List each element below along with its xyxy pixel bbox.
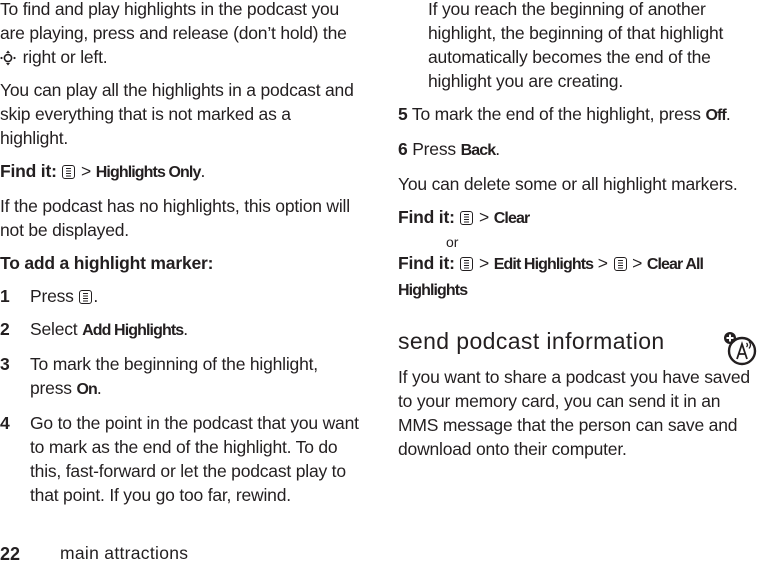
step-number: 1 — [0, 286, 10, 306]
right-column: If you reach the beginning of another hi… — [398, 0, 757, 312]
step-text-a: Press — [30, 286, 79, 306]
navigation-key-icon — [0, 50, 16, 66]
step-6: 6 Press Back. — [398, 137, 757, 163]
menu-key-icon — [79, 290, 93, 304]
section-title: send podcast information — [398, 328, 665, 354]
period: . — [200, 161, 206, 181]
step-number: 5 — [398, 104, 408, 124]
step-number: 4 — [0, 413, 10, 433]
step-number: 6 — [398, 139, 408, 159]
step-text-a: Select — [30, 319, 83, 339]
step-4: 4 Go to the point in the podcast that yo… — [0, 411, 362, 507]
or-separator: or — [446, 234, 459, 250]
menu-item-edit-highlights: Edit Highlights — [493, 256, 594, 273]
step-text-b: . — [93, 286, 99, 306]
step-number: 2 — [0, 319, 10, 339]
step-text-a: To mark the end of the highlight, press — [407, 104, 706, 124]
step-1: 1 Press . — [0, 284, 362, 308]
step-text-b: . — [495, 139, 500, 159]
find-it-clear: Find it: > Clear — [398, 205, 757, 231]
step-text: Press . — [30, 284, 362, 308]
menu-key-icon — [460, 257, 474, 271]
network-feature-icon — [724, 332, 757, 366]
step-text-b: . — [96, 378, 102, 398]
path-separator: > — [474, 253, 494, 273]
section-body: If you want to share a podcast you have … — [398, 367, 750, 459]
step-2: 2 Select Add Highlights. — [0, 317, 362, 343]
intro-paragraph-2: You can play all the highlights in a pod… — [0, 80, 354, 148]
path-separator: > — [76, 161, 96, 181]
find-it-clear-all: Find it: > Edit Highlights > > Clear All… — [398, 251, 757, 303]
menu-item-clear: Clear — [493, 210, 530, 227]
step-text-a: To mark the beginning of the highlight, … — [30, 354, 318, 398]
menu-key-icon — [613, 257, 627, 271]
step-text-b: . — [725, 104, 731, 124]
step-3: 3 To mark the beginning of the highlight… — [0, 352, 362, 402]
menu-key-icon — [460, 211, 474, 225]
step-text: Go to the point in the podcast that you … — [30, 413, 359, 505]
find-it-label: Find it: — [398, 207, 455, 227]
chapter-title: main attractions — [60, 543, 189, 563]
intro-text-end: right or left. — [18, 47, 108, 67]
find-it-highlights-only: Find it: > Highlights Only. — [0, 159, 362, 185]
find-it-label: Find it: — [0, 161, 57, 181]
step-text: Select Add Highlights. — [30, 317, 362, 343]
softkey-back: Back — [460, 142, 497, 159]
softkey-off: Off — [705, 107, 726, 124]
page-number: 22 — [0, 544, 21, 564]
find-it-label: Find it: — [398, 253, 455, 273]
intro-text: To find and play highlights in the podca… — [0, 0, 347, 43]
step-text: To mark the beginning of the highlight, … — [30, 352, 362, 402]
step-number: 3 — [0, 354, 10, 374]
menu-item-add-highlights: Add Highlights — [82, 322, 184, 339]
delete-note: You can delete some or all highlight mar… — [398, 174, 738, 194]
intro-paragraph-1: To find and play highlights in the podca… — [0, 0, 362, 69]
softkey-on: On — [76, 381, 97, 398]
no-highlights-note: If the podcast has no highlights, this o… — [0, 196, 350, 240]
menu-key-icon — [62, 165, 76, 179]
step-text-b: . — [183, 319, 188, 339]
path-separator: > — [593, 253, 613, 273]
path-separator: > — [627, 253, 647, 273]
step-5: 5 To mark the end of the highlight, pres… — [398, 102, 757, 128]
step-4-continued: If you reach the beginning of another hi… — [428, 0, 724, 91]
menu-item-highlights-only: Highlights Only — [95, 164, 202, 181]
path-separator: > — [474, 207, 494, 227]
step-text-a: Press — [407, 139, 461, 159]
left-column: To find and play highlights in the podca… — [0, 0, 362, 516]
subheading-add-marker: To add a highlight marker: — [0, 253, 214, 273]
